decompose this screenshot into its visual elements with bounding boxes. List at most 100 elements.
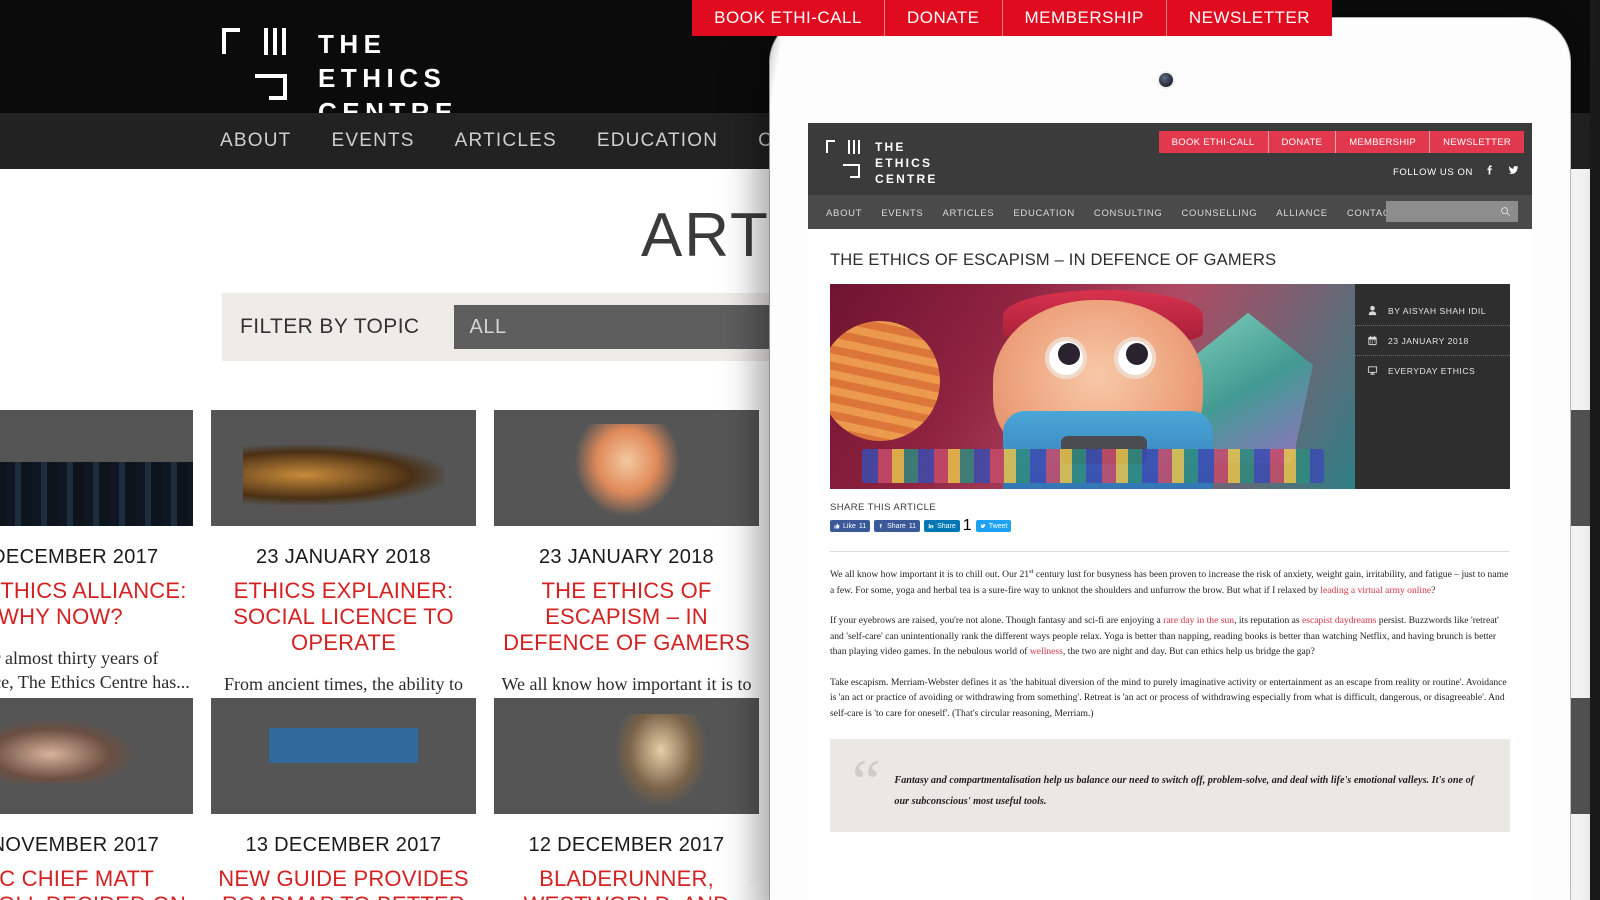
article-card[interactable]: 23 JANUARY 2018 ETHICS EXPLAINER: SOCIAL… (211, 410, 476, 720)
twitter-icon[interactable] (1507, 163, 1520, 181)
page-edge-strip (1590, 0, 1600, 900)
facebook-icon[interactable] (1484, 163, 1496, 181)
tablet-utility-newsletter[interactable]: NEWSLETTER (1430, 131, 1524, 153)
nav-events[interactable]: EVENTS (331, 130, 414, 151)
tablet-utility-button-bar: BOOK ETHI-CALL DONATE MEMBERSHIP NEWSLET… (1158, 131, 1524, 153)
meta-author-text: BY AISYAH SHAH IDIL (1388, 305, 1487, 316)
card-thumbnail (0, 698, 193, 814)
card-date: 12 DECEMBER 2017 (528, 834, 725, 856)
tablet-wordmark-line-2: ETHICS (875, 155, 933, 170)
article-card[interactable]: 24 NOVEMBER 2017 AOC CHIEF MATT CARROLL … (0, 698, 193, 900)
article-card[interactable]: 12 DECEMBER 2017 BLADERUNNER, WESTWORLD,… (494, 698, 759, 900)
tablet-nav-consulting[interactable]: CONSULTING (1094, 208, 1163, 219)
tablet-utility-book-ethi-call[interactable]: BOOK ETHI-CALL (1158, 131, 1269, 153)
tablet-wordmark-line-1: THE (875, 140, 906, 154)
utility-book-ethi-call[interactable]: BOOK ETHI-CALL (692, 0, 885, 36)
quote-mark-icon: “ (852, 746, 881, 818)
ethics-centre-bracket-mark-icon (222, 28, 300, 100)
facebook-share-label: Share (887, 522, 906, 530)
card-date: 24 NOVEMBER 2017 (0, 834, 160, 856)
article-body: THE ETHICS OF ESCAPISM – IN DEFENCE OF G… (808, 229, 1532, 833)
nav-about[interactable]: ABOUT (220, 130, 291, 151)
meta-category-text: EVERYDAY ETHICS (1388, 365, 1476, 376)
meta-date: 23 JANUARY 2018 (1355, 326, 1510, 356)
search-icon (1501, 207, 1510, 216)
card-thumbnail (494, 410, 759, 526)
card-title[interactable]: AOC CHIEF MATT CARROLL DECIDED ON AN ACT… (0, 866, 193, 900)
tablet-nav-about[interactable]: ABOUT (826, 208, 862, 219)
twitter-tweet-label: Tweet (988, 522, 1008, 530)
p2-link-wellness[interactable]: wellness (1030, 646, 1063, 657)
card-title[interactable]: THE ETHICS ALLIANCE: WHY NOW? (0, 578, 193, 630)
content-divider (830, 551, 1510, 552)
utility-newsletter[interactable]: NEWSLETTER (1166, 0, 1332, 36)
tablet-nav-education[interactable]: EDUCATION (1013, 208, 1075, 219)
tablet-site-logo[interactable]: THE ETHICS CENTRE (826, 140, 938, 187)
card-date: 13 DECEMBER 2017 (245, 834, 442, 856)
thumbs-up-icon (834, 523, 840, 529)
meta-author: BY AISYAH SHAH IDIL (1355, 296, 1510, 326)
tablet-nav-articles[interactable]: ARTICLES (942, 208, 994, 219)
card-excerpt: After almost thirty years of experience,… (0, 647, 190, 693)
article-card[interactable]: 23 JANUARY 2018 THE ETHICS OF ESCAPISM –… (494, 410, 759, 720)
linkedin-share-button[interactable]: Share (924, 520, 960, 532)
follow-us-block: FOLLOW US ON (1393, 163, 1520, 181)
p1-link-virtual-army[interactable]: leading a virtual army online (1320, 585, 1431, 596)
card-date: 23 JANUARY 2018 (256, 546, 431, 568)
p2-link-rare-day[interactable]: rare day in the sun (1163, 615, 1234, 626)
meta-date-text: 23 JANUARY 2018 (1388, 335, 1469, 346)
tablet-site-header: THE ETHICS CENTRE BOOK ETHI-CALL DONATE … (808, 123, 1532, 195)
tablet-main-navigation: ABOUT EVENTS ARTICLES EDUCATION CONSULTI… (808, 195, 1532, 229)
utility-donate[interactable]: DONATE (884, 0, 1003, 36)
card-date: 06 DECEMBER 2017 (0, 546, 159, 568)
article-card[interactable]: 13 DECEMBER 2017 NEW GUIDE PROVIDES ROAD… (211, 698, 476, 900)
tablet-utility-membership[interactable]: MEMBERSHIP (1336, 131, 1431, 153)
linkedin-icon (928, 523, 934, 529)
card-title[interactable]: NEW GUIDE PROVIDES ROADMAP TO BETTER (211, 866, 476, 900)
card-thumbnail (211, 698, 476, 814)
tablet-utility-donate[interactable]: DONATE (1268, 131, 1337, 153)
utility-membership[interactable]: MEMBERSHIP (1002, 0, 1167, 36)
wordmark-line-1: THE (318, 29, 387, 59)
facebook-icon (879, 523, 882, 529)
p2-link-escapist-daydreams[interactable]: escapist daydreams (1302, 615, 1376, 626)
p2-text-a: If your eyebrows are raised, you're not … (830, 615, 1164, 627)
tablet-nav-alliance[interactable]: ALLIANCE (1276, 208, 1328, 219)
tablet-wordmark-line-3: CENTRE (875, 171, 938, 186)
screenshot-stage: THE ETHICS CENTRE BOOK ETHI-CALL DONATE … (0, 0, 1600, 900)
card-date: 23 JANUARY 2018 (539, 546, 714, 568)
tablet-screen: THE ETHICS CENTRE BOOK ETHI-CALL DONATE … (808, 123, 1532, 900)
ethics-centre-bracket-mark-icon (826, 140, 866, 178)
utility-button-bar: BOOK ETHI-CALL DONATE MEMBERSHIP NEWSLET… (692, 0, 1332, 36)
monitor-icon (1367, 366, 1378, 375)
tablet-wordmark: THE ETHICS CENTRE (875, 140, 938, 187)
facebook-share-count: 11 (908, 522, 917, 530)
share-button-row: Like 11 Share 11 Share 1 Tweet (830, 517, 1510, 535)
linkedin-share-label: Share (937, 522, 956, 530)
meta-category: EVERYDAY ETHICS (1355, 356, 1510, 385)
card-thumbnail (494, 698, 759, 814)
facebook-like-button[interactable]: Like 11 (830, 520, 871, 532)
calendar-icon (1368, 335, 1377, 346)
article-paragraph-1: We all know how important it is to chill… (830, 567, 1510, 598)
linkedin-share-count: 1 (962, 517, 972, 534)
facebook-share-button[interactable]: Share 11 (874, 520, 921, 532)
share-heading: SHARE THIS ARTICLE (830, 502, 937, 513)
twitter-icon (980, 524, 986, 528)
twitter-tweet-button[interactable]: Tweet (975, 520, 1012, 532)
pullquote-text: Fantasy and compartmentalisation help us… (894, 775, 1475, 807)
article-paragraph-2: If your eyebrows are raised, you're not … (830, 613, 1510, 660)
search-input[interactable] (1386, 201, 1518, 222)
wordmark-line-2: ETHICS (318, 62, 447, 93)
follow-us-label: FOLLOW US ON (1392, 166, 1473, 178)
filter-label: FILTER BY TOPIC (240, 315, 420, 338)
nav-education[interactable]: EDUCATION (597, 130, 718, 151)
card-title[interactable]: THE ETHICS OF ESCAPISM – IN DEFENCE OF G… (494, 578, 759, 656)
card-title[interactable]: ETHICS EXPLAINER: SOCIAL LICENCE TO OPER… (211, 578, 476, 656)
facebook-like-count: 11 (858, 522, 867, 530)
tablet-nav-events[interactable]: EVENTS (881, 208, 923, 219)
card-title[interactable]: BLADERUNNER, WESTWORLD, AND SEXBOT (494, 866, 759, 900)
tablet-nav-counselling[interactable]: COUNSELLING (1181, 208, 1257, 219)
nav-articles[interactable]: ARTICLES (455, 130, 557, 151)
article-card[interactable]: 06 DECEMBER 2017 THE ETHICS ALLIANCE: WH… (0, 410, 193, 720)
